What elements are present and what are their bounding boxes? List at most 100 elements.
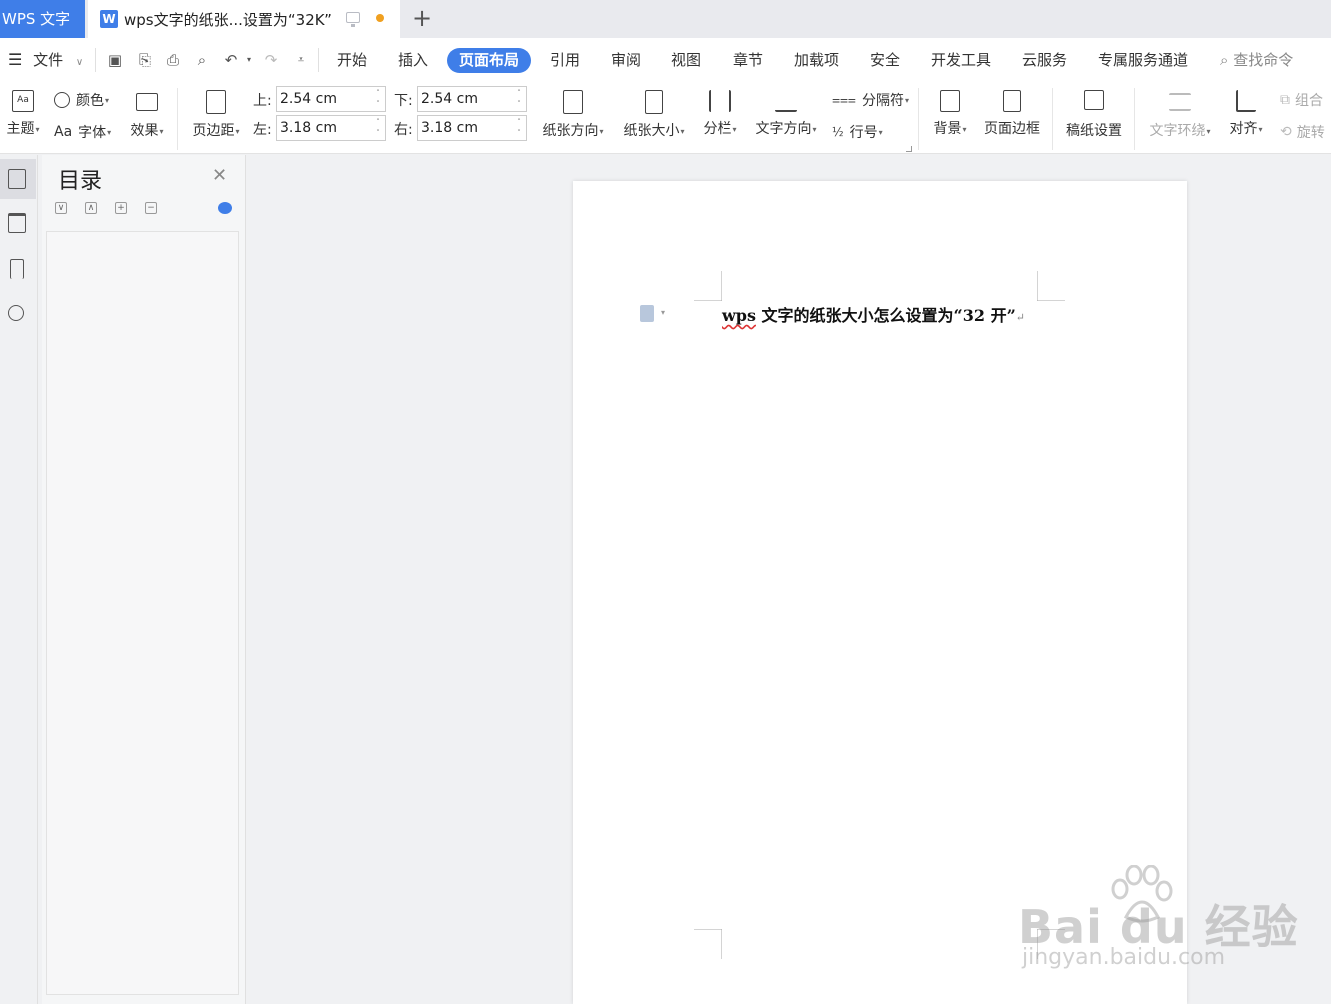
group-label: 组合	[1295, 93, 1323, 109]
margins-icon	[206, 90, 226, 114]
menu-security[interactable]: 安全	[870, 38, 900, 82]
menu-bar: ☰ 文件 ∨ ▣ ⎘ ⎙ ⌕ ↶ ▾ ↷ ⩡ 开始 插入 页面布局 引用 审阅 …	[0, 38, 1331, 82]
breaks-button[interactable]: ⩶ 分隔符 ▾	[832, 90, 909, 110]
menu-insert[interactable]: 插入	[398, 38, 428, 82]
menu-view[interactable]: 视图	[671, 38, 701, 82]
paper-size-button[interactable]: 纸张大小▾	[618, 90, 690, 140]
menu-references[interactable]: 引用	[550, 38, 580, 82]
line-numbers-label: 行号	[849, 125, 878, 141]
menu-page-layout[interactable]: 页面布局	[447, 48, 532, 73]
export-icon[interactable]: ⎘	[136, 51, 154, 69]
line-numbers-icon: ½	[832, 125, 844, 139]
chevron-down-icon: ▾	[107, 127, 112, 137]
promote-level-icon[interactable]: +	[115, 202, 127, 214]
paragraph-options-icon[interactable]	[640, 305, 654, 322]
wps-writer-icon: W	[100, 10, 118, 28]
document-heading[interactable]: wps 文字的纸张大小怎么设置为“32 开”↵	[722, 302, 1025, 326]
ribbon-divider	[1134, 88, 1135, 150]
expand-all-icon[interactable]: ∨	[55, 202, 67, 214]
file-menu[interactable]: ☰ 文件 ∨	[8, 38, 83, 82]
document-tab[interactable]: W wps文字的纸张...设置为“32K”	[88, 0, 400, 38]
menu-review[interactable]: 审阅	[611, 38, 641, 82]
orientation-label: 纸张方向	[542, 123, 599, 139]
margin-bottom-input[interactable]: 2.54 cm ˄ ˅	[417, 86, 527, 112]
page-border-button[interactable]: 页面边框	[980, 90, 1044, 138]
menu-service-channel[interactable]: 专属服务通道	[1098, 38, 1188, 82]
new-tab-button[interactable]: +	[411, 5, 433, 31]
menu-home[interactable]: 开始	[337, 38, 367, 82]
close-icon[interactable]: ✕	[212, 165, 227, 186]
chevron-down-icon: ▾	[35, 124, 40, 134]
redo-icon[interactable]: ↷	[262, 51, 280, 69]
demote-level-icon[interactable]: −	[145, 202, 157, 214]
left-nav-bar	[0, 155, 38, 1004]
margin-bottom-label: 下:	[394, 93, 413, 109]
rotate-button[interactable]: ⟲ 旋转	[1280, 122, 1325, 142]
collapse-all-icon[interactable]: ∧	[85, 202, 97, 214]
chapter-nav-button[interactable]	[0, 203, 36, 243]
group-button[interactable]: ⧉ 组合	[1280, 90, 1323, 110]
spinner-icon[interactable]: ˄ ˅	[373, 117, 383, 139]
customize-toolbar-icon[interactable]: ⩡	[292, 51, 310, 69]
ribbon-divider	[918, 88, 919, 150]
chevron-down-icon: ▾	[105, 95, 110, 105]
spinner-icon[interactable]: ˄ ˅	[514, 117, 524, 139]
manuscript-button[interactable]: 稿纸设置	[1062, 90, 1126, 140]
chevron-down-icon[interactable]: ▾	[661, 308, 665, 317]
chevron-down-icon: ▾	[235, 126, 240, 136]
align-icon	[1236, 90, 1256, 112]
chevron-down-icon: ▾	[159, 126, 164, 136]
margin-top-input[interactable]: 2.54 cm ˄ ˅	[276, 86, 386, 112]
menu-section[interactable]: 章节	[733, 38, 763, 82]
smart-toc-icon[interactable]	[218, 202, 232, 214]
heading-text: 文字的纸张大小怎么设置为“32 开”	[755, 306, 1016, 325]
heading-spellcheck-word: wps	[722, 306, 756, 325]
spinner-icon[interactable]: ˄ ˅	[373, 88, 383, 110]
columns-button[interactable]: 分栏▾	[699, 90, 741, 138]
page-orientation-icon	[563, 90, 583, 114]
outline-icon	[8, 169, 26, 189]
margin-bottom-value: 2.54 cm	[421, 91, 478, 107]
search-nav-button[interactable]	[0, 295, 36, 335]
margin-right-input[interactable]: 3.18 cm ˄ ˅	[417, 115, 527, 141]
manuscript-label: 稿纸设置	[1066, 123, 1122, 139]
effect-button[interactable]: 效果▾	[125, 90, 169, 140]
text-direction-button[interactable]: 文字方向▾	[750, 90, 822, 138]
spinner-icon[interactable]: ˄ ˅	[514, 88, 524, 110]
menu-addins[interactable]: 加载项	[794, 38, 839, 82]
chevron-down-icon: ▾	[878, 127, 883, 137]
text-wrap-button[interactable]: 文字环绕▾	[1144, 90, 1216, 140]
theme-button[interactable]: Aa 主题▾	[3, 90, 43, 138]
toc-nav-button[interactable]	[0, 159, 36, 199]
font-button[interactable]: Aa 字体 ▾	[54, 122, 111, 142]
hamburger-icon: ☰	[8, 50, 23, 69]
orientation-button[interactable]: 纸张方向▾	[537, 90, 609, 140]
print-preview-icon[interactable]: ⌕	[193, 51, 211, 69]
chevron-down-icon: ▾	[599, 126, 604, 136]
page-setup-dialog-launcher[interactable]	[906, 146, 912, 152]
effect-label: 效果	[130, 123, 159, 139]
undo-dropdown-icon[interactable]: ▾	[240, 51, 258, 69]
margin-corner-top-right	[1037, 271, 1065, 301]
app-tab[interactable]: WPS 文字	[0, 0, 85, 38]
line-numbers-button[interactable]: ½ 行号 ▾	[832, 122, 883, 142]
print-icon[interactable]: ⎙	[164, 51, 182, 69]
save-icon[interactable]: ▣	[106, 51, 124, 69]
background-label: 背景	[933, 121, 962, 137]
font-label: 字体	[78, 125, 107, 141]
margins-button[interactable]: 页边距▾	[187, 90, 245, 140]
effect-icon	[136, 93, 158, 111]
toc-title: 目录	[58, 169, 103, 194]
margin-left-input[interactable]: 3.18 cm ˄ ˅	[276, 115, 386, 141]
page-border-icon	[1003, 90, 1021, 112]
command-search[interactable]: ⌕ 查找命令	[1220, 38, 1293, 82]
undo-icon[interactable]: ↶	[222, 51, 240, 69]
monitor-icon[interactable]	[346, 12, 360, 27]
bookmark-nav-button[interactable]	[0, 249, 36, 289]
align-button[interactable]: 对齐▾	[1224, 90, 1268, 138]
background-button[interactable]: 背景▾	[928, 90, 972, 138]
margins-label: 页边距	[192, 123, 235, 139]
color-button[interactable]: 颜色 ▾	[54, 90, 109, 110]
menu-cloud[interactable]: 云服务	[1022, 38, 1067, 82]
menu-developer[interactable]: 开发工具	[931, 38, 991, 82]
